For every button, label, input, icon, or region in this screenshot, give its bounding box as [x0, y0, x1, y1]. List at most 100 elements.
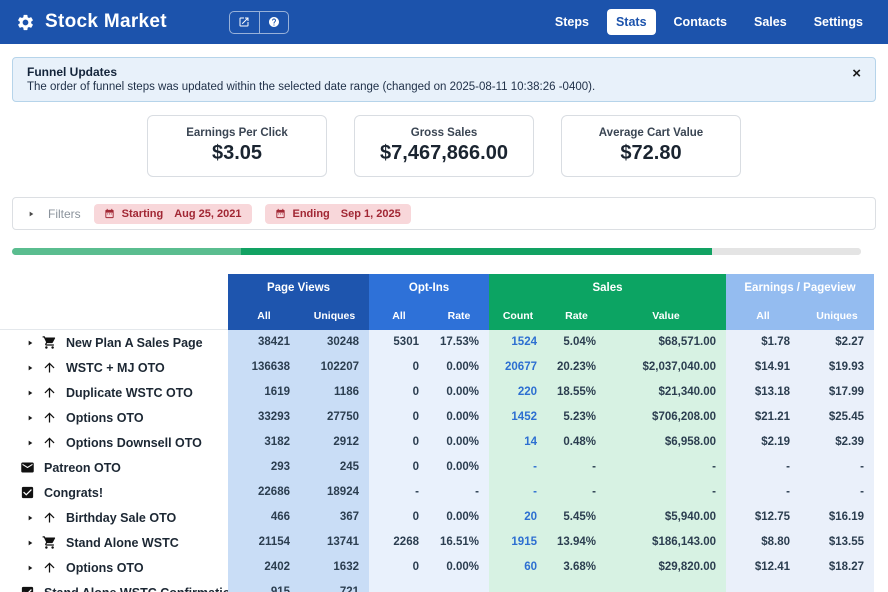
table-row: Duplicate WSTC OTO 1619 1186 0 0.00% 220 18.55… [0, 380, 874, 405]
row-expand-caret-icon[interactable] [26, 364, 42, 372]
table-cell: 33293 [228, 405, 300, 430]
table-cell: 13.94% [547, 530, 606, 555]
row-expand-caret-icon[interactable] [26, 564, 42, 572]
table-cell: 3.68% [547, 555, 606, 580]
table-cell: $14.91 [726, 355, 800, 380]
table-cell: 27750 [300, 405, 369, 430]
row-expand-caret-icon[interactable] [26, 389, 42, 397]
filters-bar[interactable]: Filters Starting Aug 25, 2021 Ending Sep… [12, 197, 876, 230]
table-cell: 5.45% [547, 505, 606, 530]
row-expand-caret-icon[interactable] [26, 414, 42, 422]
table-cell[interactable]: 20 [489, 505, 547, 530]
table-cell [547, 580, 606, 592]
funnel-step-name-cell[interactable]: Options OTO [0, 405, 228, 430]
table-cell: 1632 [300, 555, 369, 580]
table-cell[interactable]: 1915 [489, 530, 547, 555]
table-cell: 0 [369, 430, 429, 455]
funnel-step-name-cell[interactable]: Options Downsell OTO [0, 430, 228, 455]
external-link-icon [239, 17, 249, 27]
funnel-step-name-cell[interactable]: WSTC + MJ OTO [0, 355, 228, 380]
filters-expand-caret-icon[interactable] [27, 210, 35, 218]
funnel-step-label: Duplicate WSTC OTO [66, 385, 193, 400]
nav-item-settings[interactable]: Settings [805, 9, 872, 35]
table-cell[interactable]: 1452 [489, 405, 547, 430]
table-cell: $2.39 [800, 430, 874, 455]
table-cell: 0.00% [429, 555, 489, 580]
table-cell: 17.53% [429, 330, 489, 355]
alert-close-icon[interactable]: × [852, 66, 861, 81]
table-cell[interactable]: 1524 [489, 330, 547, 355]
table-cell: - [800, 480, 874, 505]
funnel-step-name-cell[interactable]: Duplicate WSTC OTO [0, 380, 228, 405]
stat-label: Average Cart Value [598, 127, 704, 139]
table-cell: 136638 [228, 355, 300, 380]
table-cell: $706,208.00 [606, 405, 726, 430]
funnel-step-name-cell[interactable]: Patreon OTO [0, 455, 228, 480]
segment-dark-green [241, 248, 713, 255]
starting-date-badge[interactable]: Starting Aug 25, 2021 [93, 203, 252, 224]
stats-table: Page Views Opt-Ins Sales Earnings / Page… [0, 274, 888, 592]
table-cell: - [489, 455, 547, 480]
table-cell: - [726, 455, 800, 480]
arrow-up-icon [42, 560, 57, 575]
table-cell: 0.00% [429, 505, 489, 530]
badge-value: Sep 1, 2025 [340, 207, 401, 220]
col-sales-count: Count [489, 302, 547, 330]
table-cell[interactable]: 220 [489, 380, 547, 405]
table-cell: - [369, 480, 429, 505]
ending-date-badge[interactable]: Ending Sep 1, 2025 [264, 203, 411, 224]
nav-item-steps[interactable]: Steps [546, 9, 598, 35]
open-external-button[interactable] [230, 12, 259, 33]
help-button[interactable] [258, 11, 288, 33]
alert-title: Funnel Updates [27, 65, 118, 79]
table-cell: - [429, 480, 489, 505]
table-cell: 2268 [369, 530, 429, 555]
table-row: Stand Alone WSTC 21154 13741 2268 16.51% 1915… [0, 530, 874, 555]
segment-remaining [712, 248, 861, 255]
table-cell: - [606, 480, 726, 505]
column-group-opt-ins: Opt-Ins [369, 274, 489, 302]
nav-item-stats[interactable]: Stats [606, 9, 656, 35]
checkbox-icon [20, 485, 35, 500]
col-optins-rate: Rate [429, 302, 489, 330]
table-cell [726, 580, 800, 592]
funnel-step-name-cell[interactable]: Stand Alone WSTC Confirmation [0, 580, 238, 592]
table-cell[interactable]: 14 [489, 430, 547, 455]
header-button-group [228, 10, 289, 34]
funnel-step-name-cell[interactable]: Stand Alone WSTC [0, 530, 228, 555]
alert-message: The order of funnel steps was updated wi… [27, 81, 596, 93]
col-sales-value: Value [606, 302, 726, 330]
funnel-step-label: WSTC + MJ OTO [66, 360, 165, 375]
row-expand-caret-icon[interactable] [26, 339, 42, 347]
stat-value: $72.80 [620, 142, 682, 164]
arrow-up-icon [42, 410, 57, 425]
funnel-step-name-cell[interactable]: Congrats! [0, 480, 228, 505]
table-cell [606, 580, 726, 592]
row-expand-caret-icon[interactable] [26, 539, 42, 547]
funnel-step-name-cell[interactable]: Birthday Sale OTO [0, 505, 228, 530]
table-cell: 0.00% [429, 355, 489, 380]
table-cell: $2.27 [800, 330, 874, 355]
col-optins-all: All [369, 302, 429, 330]
stat-value: $3.05 [211, 142, 263, 164]
table-cell: 20.23% [547, 355, 606, 380]
row-expand-caret-icon[interactable] [26, 514, 42, 522]
nav-item-contacts[interactable]: Contacts [665, 9, 736, 35]
table-cell: 30248 [300, 330, 369, 355]
nav-item-sales[interactable]: Sales [745, 9, 796, 35]
table-cell: 0 [369, 455, 429, 480]
table-cell: - [547, 480, 606, 505]
question-circle-icon [268, 17, 279, 27]
row-expand-caret-icon[interactable] [26, 439, 42, 447]
table-cell: $186,143.00 [606, 530, 726, 555]
funnel-step-name-cell[interactable]: New Plan A Sales Page [0, 330, 228, 355]
table-cell[interactable]: 20677 [489, 355, 547, 380]
funnel-progress-bar [12, 248, 861, 255]
table-cell[interactable]: 60 [489, 555, 547, 580]
cart-icon [42, 335, 57, 350]
funnel-step-name-cell[interactable]: Options OTO [0, 555, 228, 580]
col-earnings-all: All [726, 302, 800, 330]
cart-icon [42, 535, 57, 550]
table-cell: 721 [300, 580, 369, 592]
table-cell: 0 [369, 355, 429, 380]
